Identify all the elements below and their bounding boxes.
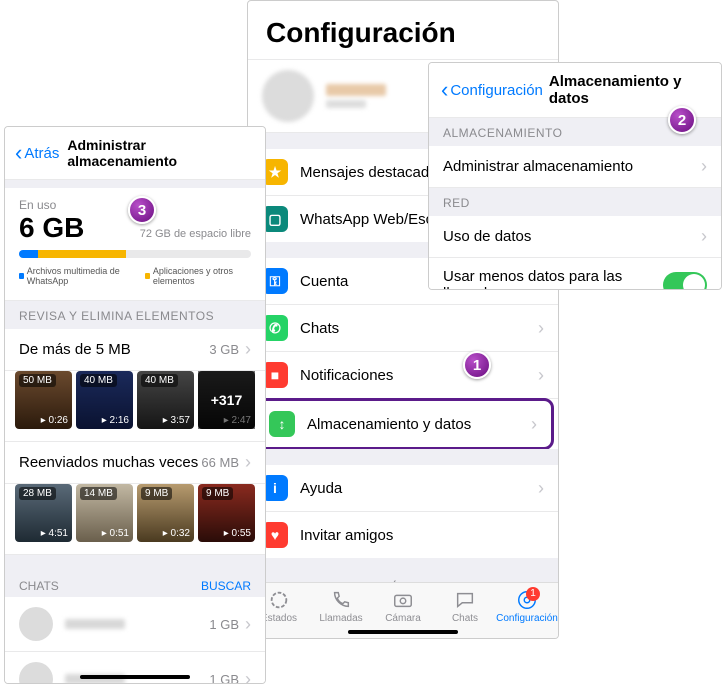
toggle-on[interactable]	[663, 272, 707, 290]
media-thumb[interactable]: 28 MB▸ 4:51	[15, 484, 72, 542]
row-label: De más de 5 MB	[19, 341, 209, 358]
settings-list-3: i Ayuda › ♥ Invitar amigos	[248, 465, 558, 558]
page-title: Configuración	[266, 17, 540, 49]
thumb-strip-2: 28 MB▸ 4:5114 MB▸ 0:519 MB▸ 0:329 MB▸ 0:…	[5, 484, 265, 555]
row-label: Almacenamiento y datos	[307, 416, 531, 433]
row-label: Notificaciones	[300, 367, 538, 384]
low-data-calls-row[interactable]: Usar menos datos para las llamadas	[429, 258, 721, 290]
chevron-right-icon: ›	[245, 669, 251, 685]
chat-row[interactable]: 1 GB ›	[5, 652, 265, 684]
media-thumb[interactable]: 40 MB▸ 2:16	[76, 371, 133, 429]
avatar	[19, 662, 53, 684]
media-thumb[interactable]: +317▸ 2:47	[198, 371, 255, 429]
invite-friends-row[interactable]: ♥ Invitar amigos	[248, 512, 558, 558]
media-thumb[interactable]: 40 MB▸ 3:57	[137, 371, 194, 429]
media-thumb[interactable]: 9 MB▸ 0:32	[137, 484, 194, 542]
row-label: Uso de datos	[443, 228, 701, 245]
arrows-icon: ↕	[269, 411, 295, 437]
used-value: 6 GB	[19, 212, 140, 244]
notifications-row[interactable]: ■ Notificaciones ›	[248, 352, 558, 399]
back-link[interactable]: Atrás	[24, 145, 59, 162]
chevron-left-icon[interactable]: ‹	[15, 140, 22, 166]
chevron-right-icon: ›	[701, 156, 707, 177]
storage-bar	[19, 250, 251, 258]
tab-chats[interactable]: Chats	[434, 589, 496, 624]
media-thumb[interactable]: 14 MB▸ 0:51	[76, 484, 133, 542]
chevron-right-icon: ›	[245, 452, 251, 473]
tab-label: Configuración	[496, 613, 558, 624]
review-header: REVISA Y ELIMINA ELEMENTOS	[5, 301, 265, 329]
tab-label: Llamadas	[319, 613, 362, 624]
chevron-left-icon[interactable]: ‹	[441, 77, 448, 103]
legend-whatsapp: Archivos multimedia de WhatsApp	[19, 266, 135, 286]
back-link[interactable]: Configuración	[450, 82, 543, 99]
row-size: 3 GB	[209, 342, 239, 357]
chat-size: 1 GB	[209, 672, 239, 685]
chevron-right-icon: ›	[701, 226, 707, 247]
avatar	[19, 607, 53, 641]
chevron-right-icon: ›	[531, 414, 537, 435]
row-label: Invitar amigos	[300, 527, 544, 544]
thumb-strip-1: 50 MB▸ 0:2640 MB▸ 2:1640 MB▸ 3:57+317▸ 2…	[5, 371, 265, 442]
manage-storage-row[interactable]: Administrar almacenamiento ›	[429, 146, 721, 188]
chats-header: CHATS	[19, 579, 201, 593]
page-title: Administrar almacenamiento	[67, 137, 255, 169]
storage-data-screen: ‹ Configuración Almacenamiento y datos A…	[428, 62, 722, 290]
large-files-row[interactable]: De más de 5 MB 3 GB ›	[5, 329, 265, 371]
chevron-right-icon: ›	[245, 339, 251, 360]
used-label: En uso	[19, 198, 140, 212]
row-label: Administrar almacenamiento	[443, 158, 701, 175]
tab-label: Estados	[261, 613, 297, 624]
row-size: 66 MB	[201, 455, 239, 470]
page-title: Almacenamiento y datos	[549, 73, 709, 107]
home-indicator	[348, 630, 458, 634]
row-label: Chats	[300, 320, 538, 337]
forwarded-row[interactable]: Reenviados muchas veces 66 MB ›	[5, 442, 265, 484]
free-space: 72 GB de espacio libre	[140, 228, 251, 240]
tab-label: Cámara	[385, 613, 421, 624]
chats-row[interactable]: ✆ Chats ›	[248, 305, 558, 352]
media-thumb[interactable]: 9 MB▸ 0:55	[198, 484, 255, 542]
tab-settings[interactable]: 1 Configuración	[496, 589, 558, 624]
row-label: Usar menos datos para las llamadas	[443, 268, 663, 290]
help-row[interactable]: i Ayuda ›	[248, 465, 558, 512]
chevron-right-icon: ›	[538, 478, 544, 499]
step-marker-1: 1	[463, 351, 491, 379]
chevron-right-icon: ›	[538, 318, 544, 339]
section-network: Red	[429, 188, 721, 216]
tab-camera[interactable]: Cámara	[372, 589, 434, 624]
row-label: Ayuda	[300, 480, 538, 497]
chat-list: 1 GB›1 GB›606 MB›565 MB›	[5, 597, 265, 684]
chat-row[interactable]: 1 GB ›	[5, 597, 265, 652]
tab-calls[interactable]: Llamadas	[310, 589, 372, 624]
badge: 1	[526, 587, 540, 601]
chevron-right-icon: ›	[245, 614, 251, 635]
media-thumb[interactable]: 50 MB▸ 0:26	[15, 371, 72, 429]
step-marker-2: 2	[668, 106, 696, 134]
home-indicator	[80, 675, 190, 679]
chat-size: 1 GB	[209, 617, 239, 632]
tab-label: Chats	[452, 613, 478, 624]
chevron-right-icon: ›	[538, 365, 544, 386]
data-usage-row[interactable]: Uso de datos ›	[429, 216, 721, 258]
step-marker-3: 3	[128, 196, 156, 224]
search-chats-link[interactable]: BUSCAR	[201, 579, 251, 593]
legend-other: Aplicaciones y otros elementos	[145, 266, 251, 286]
row-label: Reenviados muchas veces	[19, 454, 201, 471]
storage-data-row[interactable]: ↕ Almacenamiento y datos ›	[252, 398, 554, 450]
